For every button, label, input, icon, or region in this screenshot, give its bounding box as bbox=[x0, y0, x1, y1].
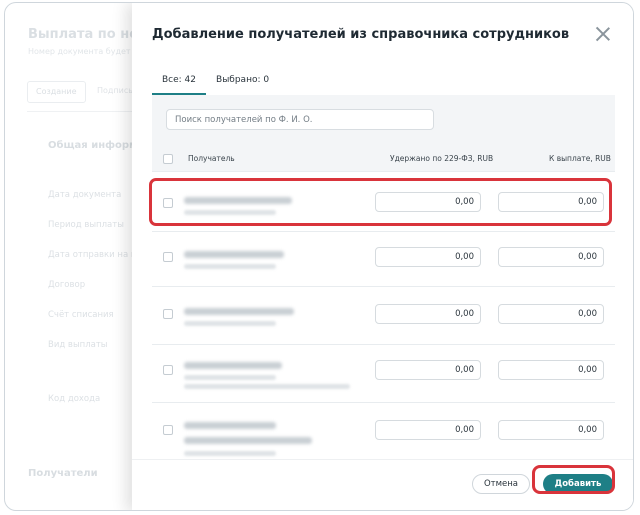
column-payout: К выплате, RUB bbox=[549, 154, 611, 163]
recipient-account-redacted bbox=[184, 451, 276, 456]
withheld-input[interactable]: 0,00 bbox=[375, 360, 481, 380]
dialog-title: Добавление получателей из справочника со… bbox=[152, 27, 570, 42]
recipient-name-redacted bbox=[184, 308, 294, 315]
withheld-input[interactable]: 0,00 bbox=[375, 247, 481, 267]
tab-all[interactable]: Все: 42 bbox=[152, 69, 207, 95]
column-withheld: Удержано по 229-ФЗ, RUB bbox=[390, 154, 494, 163]
filter-tabs: Все: 42 Выбрано: 0 bbox=[152, 69, 279, 95]
table-row[interactable]: 0,00 0,00 bbox=[152, 231, 615, 286]
row-checkbox[interactable] bbox=[163, 425, 173, 435]
recipient-name-redacted bbox=[184, 362, 282, 369]
table-header: Получатель Удержано по 229-ФЗ, RUB К вып… bbox=[152, 143, 615, 171]
select-all-checkbox[interactable] bbox=[163, 154, 173, 164]
highlight-add-button bbox=[532, 465, 615, 494]
table-row[interactable]: 0,00 0,00 bbox=[152, 286, 615, 344]
recipient-account-redacted bbox=[184, 264, 276, 269]
payout-input[interactable]: 0,00 bbox=[498, 420, 604, 440]
close-icon[interactable] bbox=[594, 25, 612, 43]
highlight-first-row bbox=[149, 178, 612, 226]
row-checkbox[interactable] bbox=[163, 252, 173, 262]
recipients-panel: Получатель Удержано по 229-ФЗ, RUB К вып… bbox=[152, 95, 615, 459]
recipient-name-redacted bbox=[184, 422, 276, 429]
payout-input[interactable]: 0,00 bbox=[498, 360, 604, 380]
withheld-input[interactable]: 0,00 bbox=[375, 304, 481, 324]
column-recipient: Получатель bbox=[188, 154, 235, 163]
recipient-account-redacted bbox=[184, 321, 276, 326]
app-window: Выплата по номе Номер документа будет к … bbox=[4, 2, 634, 511]
payout-input[interactable]: 0,00 bbox=[498, 304, 604, 324]
row-checkbox[interactable] bbox=[163, 365, 173, 375]
payout-input[interactable]: 0,00 bbox=[498, 247, 604, 267]
search-input[interactable] bbox=[166, 109, 434, 130]
recipient-account-redacted bbox=[184, 375, 276, 380]
recipient-name-line2-redacted bbox=[184, 437, 312, 444]
add-recipients-dialog: Добавление получателей из справочника со… bbox=[132, 3, 633, 510]
table-row[interactable]: 0,00 0,00 bbox=[152, 402, 615, 459]
recipient-details-redacted bbox=[184, 384, 350, 389]
table-row[interactable]: 0,00 0,00 bbox=[152, 344, 615, 402]
recipient-name-redacted bbox=[184, 251, 284, 258]
withheld-input[interactable]: 0,00 bbox=[375, 420, 481, 440]
tab-selected[interactable]: Выбрано: 0 bbox=[206, 69, 279, 95]
cancel-button[interactable]: Отмена bbox=[472, 474, 530, 494]
row-checkbox[interactable] bbox=[163, 309, 173, 319]
